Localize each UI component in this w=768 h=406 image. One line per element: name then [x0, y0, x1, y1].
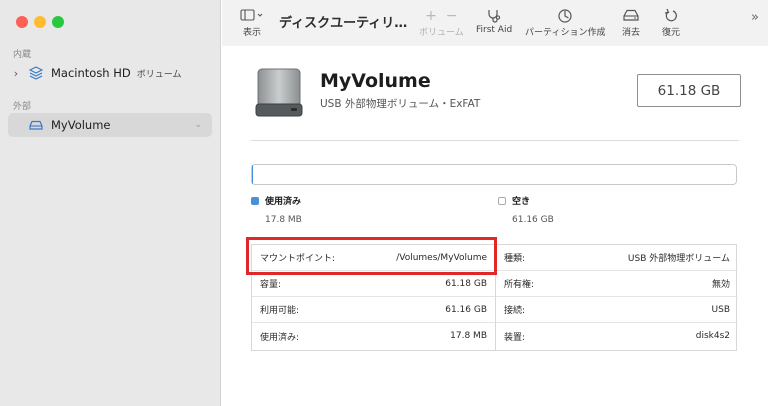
main-content: MyVolume USB 外部物理ボリューム・ExFAT 61.18 GB 使用…: [222, 46, 768, 406]
sidebar-toggle-icon: [240, 8, 264, 25]
restore-button[interactable]: 復元: [662, 8, 680, 38]
toolbar: 表示 ディスクユーティリ… + − ボリューム First Aid パーティショ…: [222, 0, 768, 46]
more-toolbar-icon[interactable]: »: [751, 10, 759, 25]
used-color-swatch: [251, 197, 259, 205]
legend-free: 空き 61.16 GB: [498, 194, 554, 225]
sidebar-item-sub: ボリューム: [136, 69, 182, 80]
volume-subtitle: USB 外部物理ボリューム・ExFAT: [320, 98, 481, 110]
info-row-owners: 所有権: 無効: [496, 271, 738, 297]
first-aid-button[interactable]: First Aid: [476, 8, 512, 35]
usage-bar: [251, 164, 737, 185]
divider: [251, 140, 739, 141]
info-row-device: 装置: disk4s2: [504, 331, 730, 343]
erase-button[interactable]: 消去: [622, 8, 640, 38]
section-internal: 内蔵: [13, 50, 32, 60]
mount-point-highlight-box: [246, 237, 497, 275]
plus-minus-icon: + −: [425, 8, 458, 24]
stethoscope-icon: [486, 8, 502, 25]
info-row-used: 使用済み: 17.8 MB: [260, 331, 487, 343]
free-color-swatch: [498, 197, 506, 205]
close-button[interactable]: [16, 16, 28, 28]
free-value: 61.16 GB: [512, 215, 554, 225]
external-drive-icon: [28, 118, 44, 132]
chevron-right-icon[interactable]: ›: [10, 67, 22, 80]
stack-icon: [28, 66, 44, 80]
window-controls: [16, 16, 64, 28]
sidebar: 内蔵 › Macintosh HD ボリューム 外部 MyVolume ⌄: [0, 0, 221, 406]
section-external: 外部: [13, 102, 32, 112]
partition-button[interactable]: パーティション作成: [525, 8, 605, 38]
volume-drive-icon: [253, 68, 305, 118]
eject-icon[interactable]: ⌄: [194, 120, 202, 130]
legend-used: 使用済み 17.8 MB: [251, 194, 302, 225]
volume-size-badge: 61.18 GB: [637, 74, 741, 107]
window-title: ディスクユーティリ…: [279, 16, 408, 31]
info-column-right: 種類: USB 外部物理ボリューム 所有権: 無効 接続: USB 装置: disk4s…: [495, 245, 738, 350]
restore-arrow-icon: [664, 8, 678, 25]
disk-utility-window: 内蔵 › Macintosh HD ボリューム 外部 MyVolume ⌄ 表示: [0, 0, 768, 406]
info-row-connection: 接続: USB: [496, 297, 738, 323]
minimize-button[interactable]: [34, 16, 46, 28]
sidebar-item-label: Macintosh HD: [51, 66, 131, 80]
erase-disk-icon: [622, 8, 640, 25]
volume-name: MyVolume: [320, 70, 431, 92]
sidebar-item-macintosh-hd[interactable]: › Macintosh HD ボリューム: [8, 61, 212, 85]
used-value: 17.8 MB: [265, 215, 302, 225]
view-button[interactable]: 表示: [240, 8, 264, 38]
sidebar-item-myvolume[interactable]: MyVolume ⌄: [8, 113, 212, 137]
info-row-type: 種類: USB 外部物理ボリューム: [496, 245, 738, 271]
zoom-button[interactable]: [52, 16, 64, 28]
pie-clock-icon: [557, 8, 573, 25]
volume-add-remove-button[interactable]: + − ボリューム: [419, 8, 464, 38]
sidebar-item-label: MyVolume: [51, 118, 111, 132]
info-row-available: 利用可能: 61.16 GB: [252, 297, 495, 323]
